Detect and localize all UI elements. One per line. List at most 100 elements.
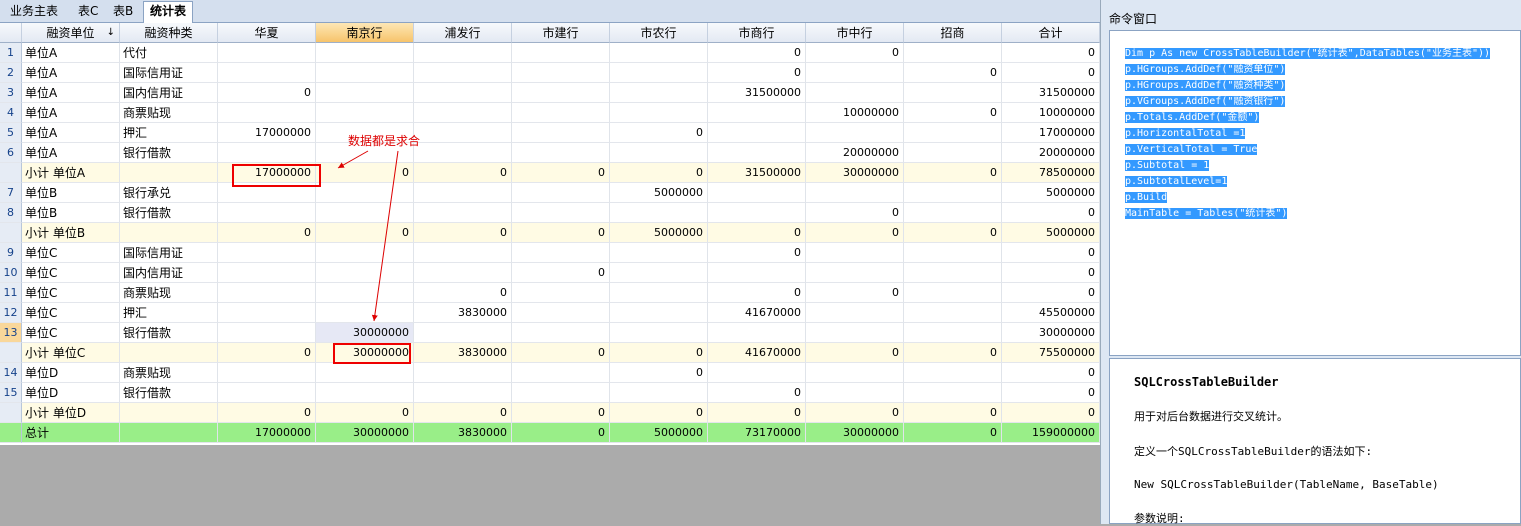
value-cell[interactable] [610,303,708,323]
value-cell[interactable] [316,203,414,223]
value-cell[interactable] [806,323,904,343]
unit-cell[interactable]: 小计 单位D [22,403,120,423]
unit-cell[interactable]: 小计 单位C [22,343,120,363]
value-cell[interactable]: 30000000 [806,163,904,183]
value-cell[interactable] [414,123,512,143]
value-cell[interactable] [610,143,708,163]
value-cell[interactable]: 0 [1002,383,1100,403]
value-cell[interactable] [708,103,806,123]
type-cell[interactable]: 押汇 [120,303,218,323]
value-cell[interactable] [512,303,610,323]
row-number[interactable]: 6 [0,143,22,163]
value-cell[interactable] [218,263,316,283]
unit-cell[interactable]: 总计 [22,423,120,443]
value-cell[interactable]: 0 [708,43,806,63]
column-header[interactable]: 合计 [1002,23,1100,43]
value-cell[interactable] [512,123,610,143]
value-cell[interactable] [610,83,708,103]
tab-table-c[interactable]: 表C [72,2,104,21]
value-cell[interactable]: 159000000 [1002,423,1100,443]
type-cell[interactable]: 商票贴现 [120,283,218,303]
value-cell[interactable] [806,123,904,143]
value-cell[interactable]: 0 [904,423,1002,443]
value-cell[interactable] [806,83,904,103]
value-cell[interactable]: 0 [1002,243,1100,263]
type-cell[interactable]: 银行借款 [120,143,218,163]
column-header[interactable]: 华夏 [218,23,316,43]
value-cell[interactable]: 31500000 [1002,83,1100,103]
value-cell[interactable]: 30000000 [316,423,414,443]
value-cell[interactable]: 31500000 [708,83,806,103]
type-cell[interactable]: 押汇 [120,123,218,143]
value-cell[interactable]: 5000000 [610,423,708,443]
value-cell[interactable]: 0 [414,283,512,303]
value-cell[interactable] [316,183,414,203]
row-number[interactable]: 15 [0,383,22,403]
type-cell[interactable]: 代付 [120,43,218,63]
value-cell[interactable] [708,263,806,283]
value-cell[interactable]: 0 [512,163,610,183]
value-cell[interactable] [904,323,1002,343]
value-cell[interactable]: 3830000 [414,343,512,363]
value-cell[interactable] [512,283,610,303]
unit-cell[interactable]: 单位A [22,63,120,83]
unit-cell[interactable]: 单位C [22,303,120,323]
value-cell[interactable] [904,203,1002,223]
row-number[interactable]: 12 [0,303,22,323]
value-cell[interactable]: 3830000 [414,303,512,323]
column-header[interactable]: 南京行 [316,23,414,43]
unit-cell[interactable]: 单位A [22,143,120,163]
value-cell[interactable] [512,363,610,383]
unit-cell[interactable]: 单位D [22,383,120,403]
unit-cell[interactable]: 小计 单位A [22,163,120,183]
value-cell[interactable]: 0 [316,223,414,243]
value-cell[interactable]: 0 [1002,403,1100,423]
value-cell[interactable] [512,63,610,83]
type-cell[interactable]: 国际信用证 [120,63,218,83]
value-cell[interactable] [316,103,414,123]
value-cell[interactable] [610,323,708,343]
type-cell[interactable] [120,423,218,443]
value-cell[interactable] [414,83,512,103]
value-cell[interactable] [316,363,414,383]
value-cell[interactable] [512,203,610,223]
tab-table-b[interactable]: 表B [107,2,139,21]
value-cell[interactable]: 0 [218,83,316,103]
value-cell[interactable]: 0 [806,203,904,223]
value-cell[interactable]: 0 [512,223,610,243]
value-cell[interactable] [414,43,512,63]
code-editor[interactable]: Dim p As new CrossTableBuilder("统计表",Dat… [1109,30,1521,356]
column-header[interactable]: 融资种类 [120,23,218,43]
value-cell[interactable]: 0 [1002,43,1100,63]
value-cell[interactable] [806,183,904,203]
value-cell[interactable] [414,183,512,203]
value-cell[interactable]: 5000000 [1002,183,1100,203]
value-cell[interactable]: 20000000 [806,143,904,163]
value-cell[interactable] [806,63,904,83]
value-cell[interactable] [414,263,512,283]
value-cell[interactable]: 0 [1002,263,1100,283]
value-cell[interactable] [610,283,708,303]
value-cell[interactable]: 0 [512,343,610,363]
value-cell[interactable] [610,103,708,123]
value-cell[interactable] [708,143,806,163]
value-cell[interactable] [610,63,708,83]
value-cell[interactable]: 5000000 [610,223,708,243]
type-cell[interactable] [120,163,218,183]
value-cell[interactable]: 0 [218,403,316,423]
column-header[interactable]: 融资单位 ↓ [22,23,120,43]
value-cell[interactable] [218,63,316,83]
value-cell[interactable]: 0 [1002,203,1100,223]
value-cell[interactable]: 17000000 [1002,123,1100,143]
row-number[interactable]: 5 [0,123,22,143]
value-cell[interactable]: 0 [610,363,708,383]
value-cell[interactable] [316,243,414,263]
value-cell[interactable] [218,283,316,303]
value-cell[interactable]: 0 [904,403,1002,423]
value-cell[interactable]: 0 [806,343,904,363]
value-cell[interactable] [414,143,512,163]
value-cell[interactable] [904,43,1002,63]
value-cell[interactable]: 0 [512,403,610,423]
value-cell[interactable]: 0 [1002,363,1100,383]
type-cell[interactable] [120,403,218,423]
